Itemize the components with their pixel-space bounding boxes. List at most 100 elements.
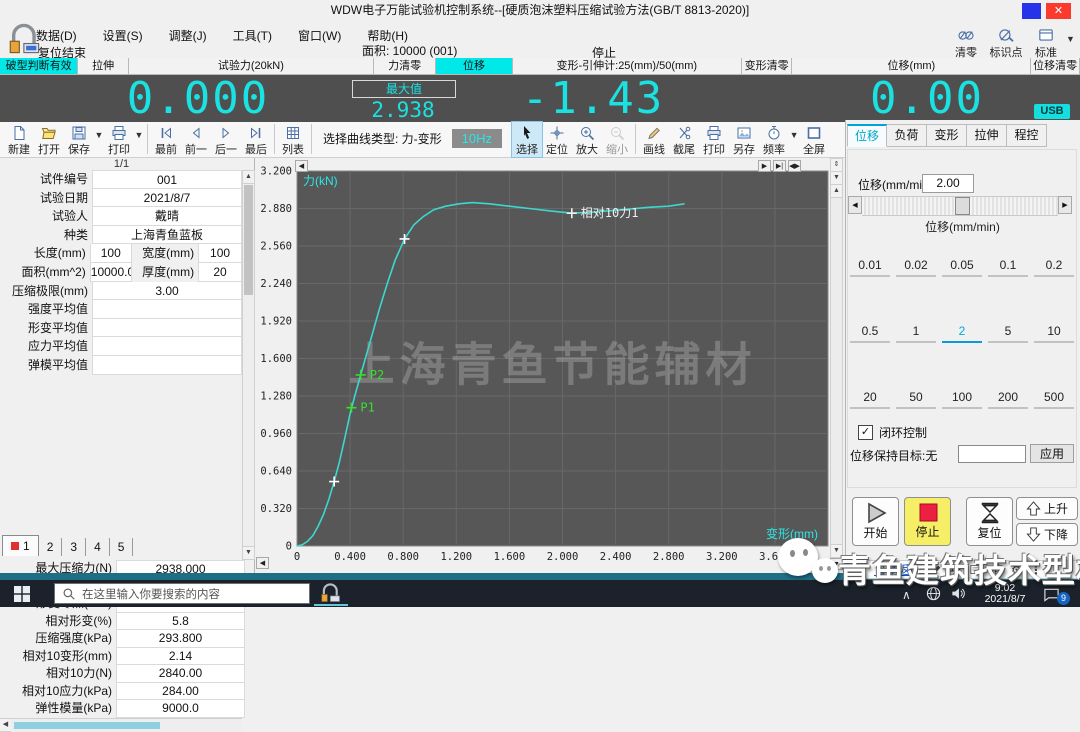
speed-preset-50[interactable]: 50 <box>896 388 936 409</box>
chevron-down-icon[interactable]: ▼ <box>94 122 104 140</box>
toolbar-go-prev-button[interactable]: 前一 <box>181 122 211 157</box>
field-value[interactable]: 3.00 <box>92 282 242 301</box>
display-header-cell[interactable]: 拉伸 <box>78 58 129 75</box>
speed-preset-5[interactable]: 5 <box>988 322 1028 343</box>
chart-end-icon[interactable]: ▶| <box>773 160 786 172</box>
chevron-down-icon[interactable]: ▼ <box>134 122 144 140</box>
display-header-cell[interactable]: 变形清零 <box>742 58 793 75</box>
speed-preset-0.1[interactable]: 0.1 <box>988 256 1028 277</box>
field-value[interactable] <box>92 319 242 338</box>
menu-item[interactable]: 窗口(W) <box>298 27 341 42</box>
slider-right-icon[interactable]: ▶ <box>1058 196 1072 214</box>
hscrollbar-thumb[interactable] <box>14 722 160 729</box>
stop-button[interactable]: 停止 <box>904 497 951 546</box>
field-value[interactable]: 001 <box>92 170 242 189</box>
start-button[interactable]: 开始 <box>852 497 899 546</box>
toolbar-go-next-button[interactable]: 后一 <box>211 122 241 157</box>
auto-return-checkbox[interactable]: ✓ <box>853 563 866 576</box>
toolbar-list-grid-button[interactable]: 列表 <box>278 122 308 157</box>
control-tab-位移[interactable]: 位移 <box>847 124 887 147</box>
toolbar-save-floppy-button[interactable]: 保存 <box>64 122 94 157</box>
speed-preset-0.01[interactable]: 0.01 <box>850 256 890 277</box>
toolbar-image-button[interactable]: 另存 <box>729 122 759 157</box>
hold-target-input[interactable] <box>958 445 1026 463</box>
control-tab-拉伸[interactable]: 拉伸 <box>967 124 1007 147</box>
network-globe-icon[interactable] <box>926 586 941 606</box>
menu-item[interactable]: 设置(S) <box>103 27 143 42</box>
left-panel-scrollbar[interactable]: ▲ ▼ <box>242 170 255 560</box>
speed-preset-10[interactable]: 10 <box>1034 322 1074 343</box>
chevron-down-icon[interactable]: ▼ <box>789 122 799 140</box>
menu-item[interactable]: 工具(T) <box>233 27 272 42</box>
tray-expand-icon[interactable]: ∧ <box>902 588 911 602</box>
start-menu-button[interactable] <box>14 586 30 607</box>
ime-english-indicator[interactable]: 英 <box>950 561 962 578</box>
taskbar-clock[interactable]: 9:02 2021/8/7 <box>972 583 1038 605</box>
language-bar[interactable]: ✓ 自动返回 英 简 ⚙ ⋮ <box>846 560 1080 579</box>
toolbar-go-last-button[interactable]: 最后 <box>241 122 271 157</box>
speed-preset-2[interactable]: 2 <box>942 322 982 343</box>
chart-scroll-down-icon[interactable]: ▼ <box>831 544 842 557</box>
menu-item[interactable]: 数据(D) <box>36 27 77 42</box>
taskbar-search[interactable]: 在这里输入你要搜索的内容 <box>54 583 310 604</box>
keyboard-icon[interactable] <box>970 564 983 575</box>
chart-scroll-updown-icon[interactable]: ⇕ <box>831 159 842 172</box>
quick-std-win-button[interactable]: 标准 <box>1026 26 1066 60</box>
control-tab-程控[interactable]: 程控 <box>1007 124 1047 147</box>
toolbar-crosshair-button[interactable]: 定位 <box>542 122 572 157</box>
toolbar-zoom-in-button[interactable]: 放大 <box>572 122 602 157</box>
speed-slider[interactable]: ◀ ▶ <box>848 196 1072 214</box>
chart-vscrollbar[interactable]: ⇕ ▼ ▲ ▼ <box>830 158 843 558</box>
menu-item[interactable]: 帮助(H) <box>367 27 408 42</box>
control-tab-变形[interactable]: 变形 <box>927 124 967 147</box>
field-value[interactable]: 2021/8/7 <box>92 189 242 208</box>
ime-settings-gear-icon[interactable]: ⚙ <box>1011 563 1022 577</box>
toolbar-cursor-button[interactable]: 选择 <box>512 122 542 157</box>
scroll-down-icon[interactable]: ▼ <box>243 546 254 559</box>
field-value[interactable] <box>92 356 242 375</box>
speed-preset-0.2[interactable]: 0.2 <box>1034 256 1074 277</box>
speed-preset-1[interactable]: 1 <box>896 322 936 343</box>
result-tab-4[interactable]: 4 <box>86 538 110 556</box>
field-value[interactable]: 10000.00 <box>90 263 132 282</box>
closed-loop-checkbox[interactable]: ✓ <box>858 425 873 440</box>
toolbar-timer-button[interactable]: 频率 <box>759 122 789 157</box>
speed-preset-0.5[interactable]: 0.5 <box>850 322 890 343</box>
scrollbar-thumb[interactable] <box>244 185 253 295</box>
result-tab-1[interactable]: 1 <box>2 535 39 556</box>
toolbar-scissors-button[interactable]: 截尾 <box>669 122 699 157</box>
ime-simplified-indicator[interactable]: 简 <box>991 561 1003 578</box>
toolbar-printer-button[interactable]: 打印 <box>104 122 134 157</box>
chart-pan-left-icon[interactable]: ◀ <box>295 160 308 172</box>
field-value[interactable]: 戴晴 <box>92 207 242 226</box>
display-header-cell[interactable]: 力清零 <box>374 58 436 75</box>
field-value[interactable] <box>92 337 242 356</box>
speed-preset-100[interactable]: 100 <box>942 388 982 409</box>
scroll-left-icon[interactable]: ◀ <box>0 719 11 732</box>
toolbar-open-folder-button[interactable]: 打开 <box>34 122 64 157</box>
chart-scroll-up-icon[interactable]: ▲ <box>831 185 842 198</box>
speed-preset-20[interactable]: 20 <box>850 388 890 409</box>
chart-fit-icon[interactable]: ◀▶ <box>788 160 801 172</box>
chevron-down-icon[interactable]: ▼ <box>1066 34 1075 44</box>
slider-thumb[interactable] <box>955 197 970 215</box>
apply-button[interactable]: 应用 <box>1030 444 1074 463</box>
crosshead-down-button[interactable]: 下降 <box>1016 523 1078 546</box>
quick-mark-point-button[interactable]: 标识点 <box>986 26 1026 60</box>
quick-clear-zero-button[interactable]: 清零 <box>946 26 986 60</box>
chart-hscroll-left-icon[interactable]: ◀ <box>256 557 269 569</box>
chart-corner-down-icon[interactable]: ▼ <box>830 558 843 570</box>
display-header-cell[interactable]: 位移清零 <box>1031 58 1080 75</box>
menu-item[interactable]: 调整(J) <box>169 27 207 42</box>
field-value[interactable]: 20 <box>198 263 242 282</box>
closed-loop-row[interactable]: ✓ 闭环控制 <box>858 424 927 441</box>
toolbar-printer-button[interactable]: 打印 <box>699 122 729 157</box>
speed-preset-0.05[interactable]: 0.05 <box>942 256 982 277</box>
field-value[interactable]: 100 <box>90 244 132 263</box>
result-tab-5[interactable]: 5 <box>110 538 134 556</box>
minimize-button[interactable] <box>1022 3 1041 19</box>
slider-left-icon[interactable]: ◀ <box>848 196 862 214</box>
reset-button[interactable]: 复位 <box>966 497 1013 546</box>
field-value[interactable]: 上海青鱼蓝板 <box>92 226 242 245</box>
volume-icon[interactable] <box>950 586 966 606</box>
